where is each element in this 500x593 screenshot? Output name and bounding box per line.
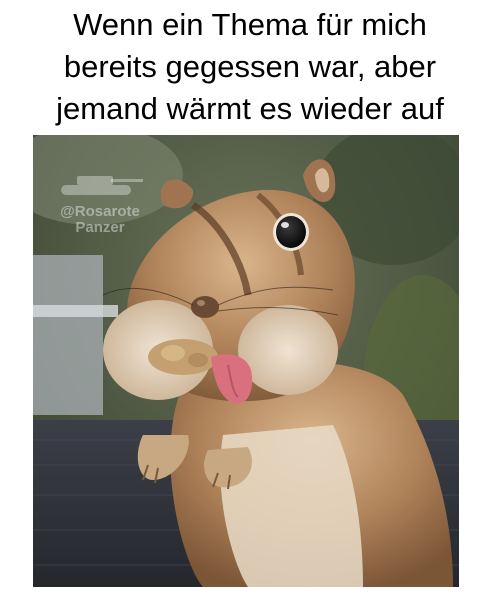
chipmunk-illustration [33, 135, 459, 587]
caption-line-1: Wenn ein Thema für mich [73, 7, 427, 42]
meme-caption: Wenn ein Thema für mich bereits gegessen… [0, 4, 500, 130]
chipmunk-nose [191, 296, 219, 318]
caption-line-3: jemand wärmt es wieder auf [56, 91, 444, 126]
chipmunk-photo [33, 135, 459, 587]
background-chair [33, 255, 103, 415]
chipmunk-eye [276, 216, 306, 248]
right-cheek-pouch [238, 305, 338, 395]
caption-line-2: bereits gegessen war, aber [63, 49, 437, 84]
